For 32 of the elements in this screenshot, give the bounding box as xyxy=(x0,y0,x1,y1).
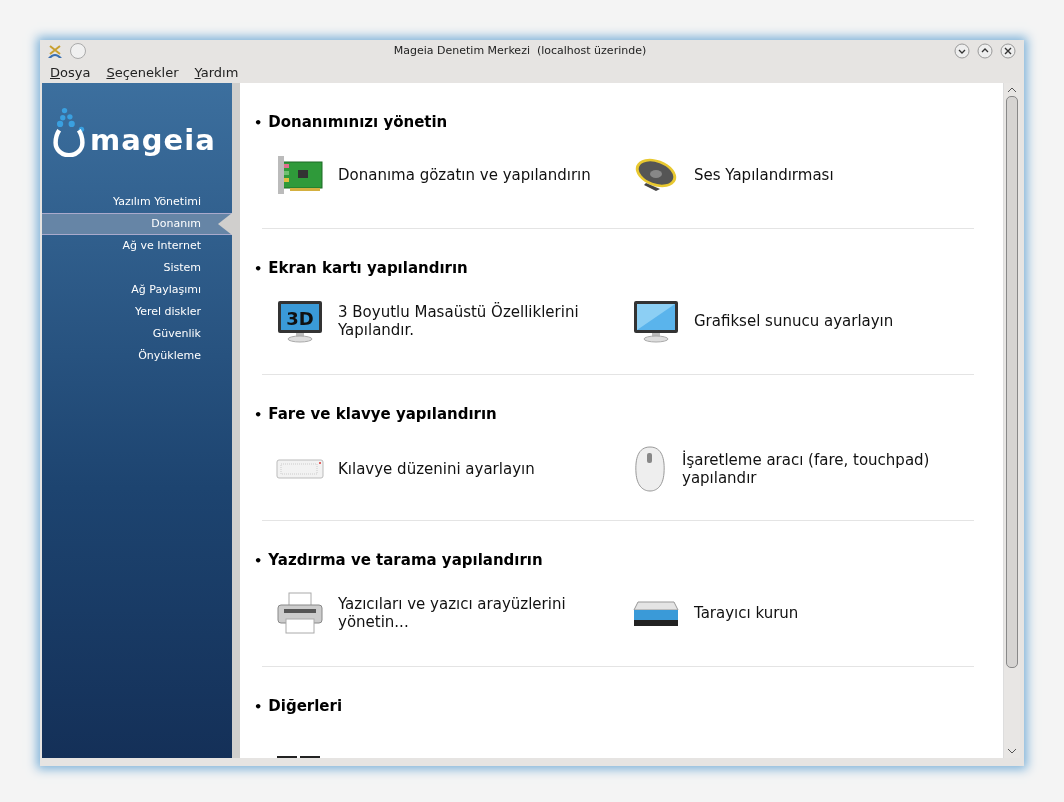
menu-item[interactable]: Seçenekler xyxy=(106,64,179,80)
icon-label: 3D xyxy=(286,308,314,329)
tool-link[interactable]: 3 Boyutlu Masaüstü Özelliklerini Yapılandır. xyxy=(338,303,608,339)
section-heading: Diğerleri xyxy=(268,697,343,715)
menu-item[interactable]: Yardım xyxy=(194,64,239,80)
sidebar-item[interactable]: Yazılım Yönetimi xyxy=(42,191,232,213)
sidebar-item[interactable]: Güvenlik xyxy=(42,323,232,345)
tool-link[interactable]: Ses Yapılandırması xyxy=(694,166,834,184)
bullet: • xyxy=(254,261,263,276)
sidebar-item[interactable]: Ağ ve Internet xyxy=(42,235,232,257)
section-heading: Fare ve klavye yapılandırın xyxy=(268,405,497,423)
tool-link[interactable]: Kılavye düzenini ayarlayın xyxy=(338,460,535,478)
menu-item[interactable]: Dosya xyxy=(50,64,91,80)
tool-link[interactable]: Grafiksel sunucu ayarlayın xyxy=(694,312,894,330)
tool-link[interactable]: Yazıcıları ve yazıcı arayüzlerini yönetin... xyxy=(338,595,608,631)
sidebar-item[interactable]: Donanım xyxy=(42,213,232,235)
section-heading: Yazdırma ve tarama yapılandırın xyxy=(268,551,543,569)
bullet: • xyxy=(254,407,263,422)
section-heading: Donanımınızı yönetin xyxy=(268,113,448,131)
bullet: • xyxy=(254,115,263,130)
sidebar-item[interactable]: Yerel diskler xyxy=(42,301,232,323)
bullet: • xyxy=(254,699,263,714)
bullet: • xyxy=(254,553,263,568)
section-heading: Ekran kartı yapılandırın xyxy=(268,259,468,277)
window-title: Mageia Denetim Merkezi (localhost üzerinde) xyxy=(392,44,648,57)
logo-text: mageia xyxy=(90,126,216,157)
sidebar-item[interactable]: Önyükleme xyxy=(42,345,232,367)
sidebar-item[interactable]: Ağ Paylaşımı xyxy=(42,279,232,301)
tool-link[interactable]: İşaretleme aracı (fare, touchpad) yapılandır xyxy=(682,451,952,487)
tool-link[interactable]: Donanıma gözatın ve yapılandırın xyxy=(338,166,591,184)
sidebar-item[interactable]: Sistem xyxy=(42,257,232,279)
tool-link[interactable]: Tarayıcı kurun xyxy=(694,604,799,622)
